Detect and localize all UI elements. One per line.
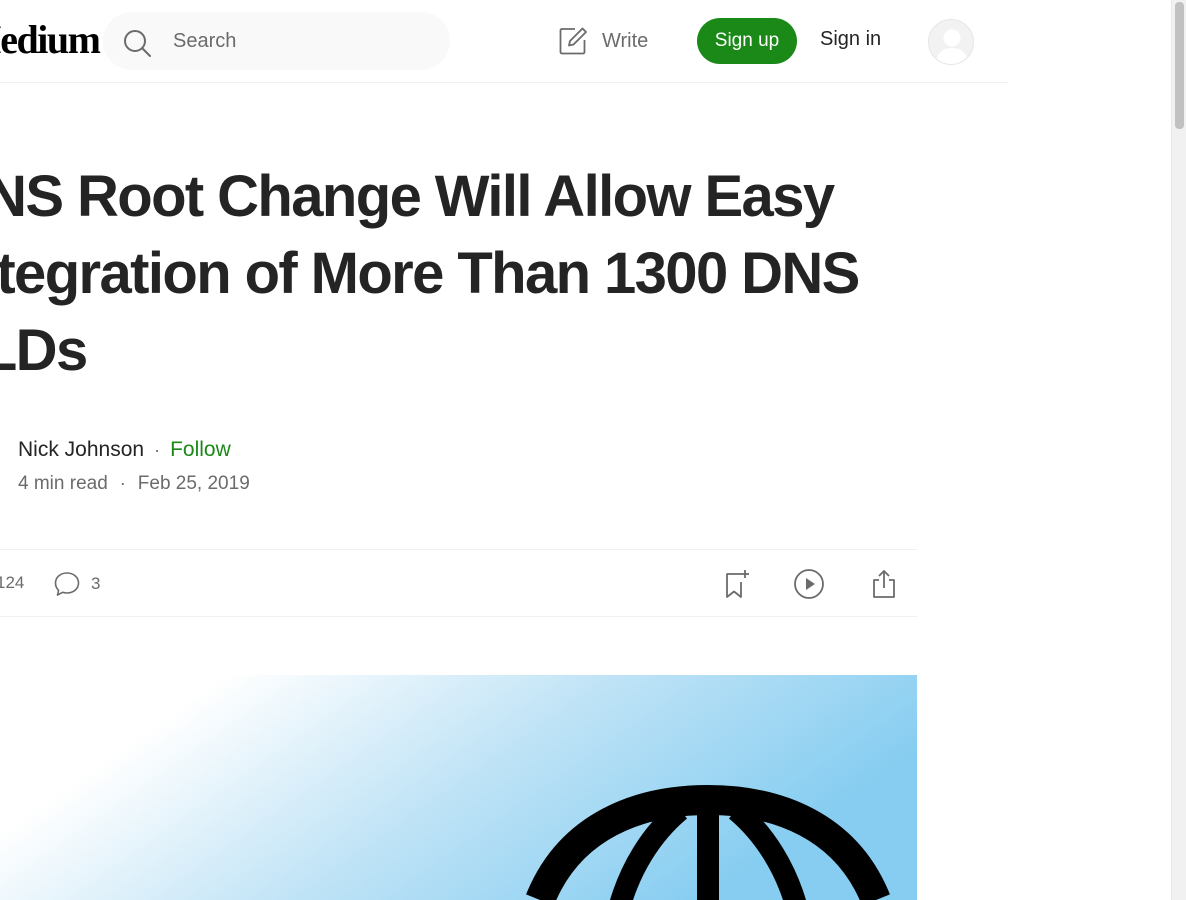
article-action-bar: 124 3 (0, 549, 917, 617)
publish-date: Feb 25, 2019 (137, 473, 250, 494)
ens-logo-image (0, 675, 917, 900)
write-icon (559, 27, 587, 55)
separator-dot: · (119, 473, 126, 493)
sign-in-link[interactable]: Sign in (820, 28, 881, 51)
comment-icon (54, 572, 80, 596)
search-icon (124, 30, 151, 57)
scrollbar-thumb[interactable] (1175, 2, 1184, 129)
comments-button[interactable]: 3 (53, 570, 100, 598)
sign-up-button[interactable]: Sign up (697, 18, 797, 64)
write-label: Write (602, 29, 649, 52)
author-line: Nick Johnson · Follow (18, 436, 231, 464)
article-title: ENS Root Change Will Allow Easy Integrat… (0, 164, 860, 383)
bookmark-icon[interactable] (721, 568, 753, 600)
top-navigation-bar: Medium Write Sign up Sign in (0, 0, 1008, 83)
clap-count[interactable]: 124 (0, 573, 24, 593)
read-time: 4 min read (18, 473, 108, 494)
write-button[interactable]: Write (558, 24, 648, 58)
author-name[interactable]: Nick Johnson (18, 438, 144, 461)
article-meta: 4 min read · Feb 25, 2019 (18, 470, 250, 497)
hero-image (0, 675, 917, 900)
share-icon[interactable] (868, 568, 900, 600)
separator-dot: · (154, 440, 161, 460)
avatar-icon (929, 20, 973, 64)
search-box[interactable] (103, 12, 450, 70)
medium-logo[interactable]: Medium (0, 16, 101, 64)
page-viewport: Medium Write Sign up Sign in ENS R (0, 0, 1171, 900)
comment-count: 3 (91, 574, 101, 593)
listen-icon[interactable] (793, 568, 825, 600)
avatar[interactable] (928, 19, 974, 65)
follow-link[interactable]: Follow (170, 438, 231, 461)
vertical-scrollbar[interactable] (1171, 0, 1186, 900)
search-input[interactable] (171, 26, 431, 56)
